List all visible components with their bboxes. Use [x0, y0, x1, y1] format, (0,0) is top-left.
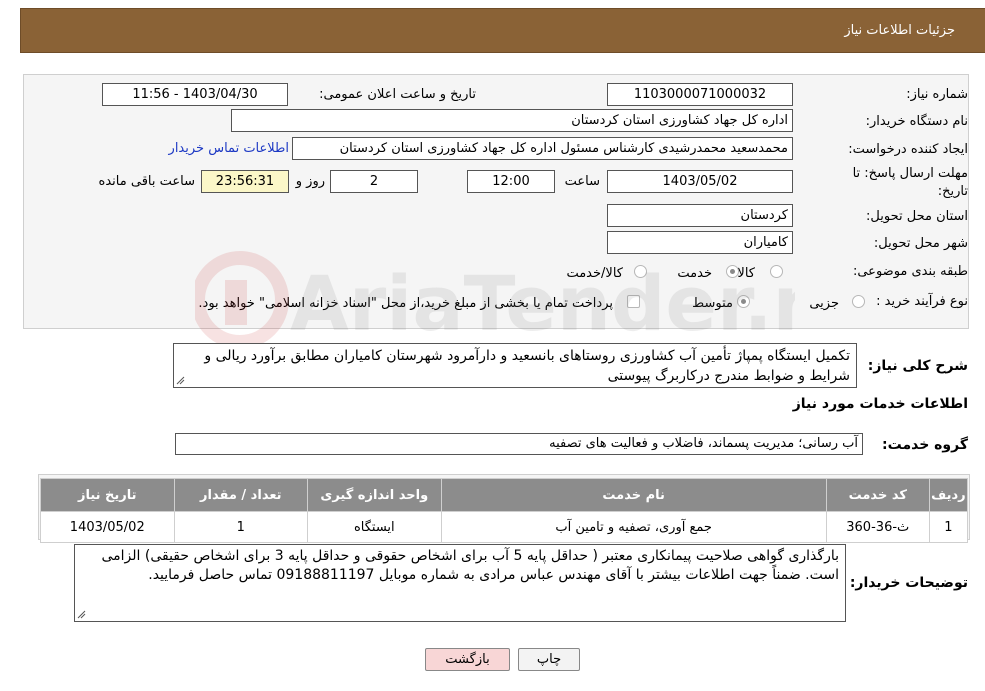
col-unit: واحد اندازه گیری	[307, 478, 442, 512]
buyer-org-field: اداره کل جهاد کشاورزی استان کردستان	[231, 109, 793, 132]
category-label: طبقه بندی موضوعی:	[852, 264, 968, 279]
process-minor-label: جزیی	[809, 296, 839, 311]
services-table: ردیف کد خدمت نام خدمت واحد اندازه گیری ت…	[40, 478, 969, 543]
category-goods-radio[interactable]	[770, 265, 783, 278]
col-row: ردیف	[928, 478, 969, 512]
print-button[interactable]: چاپ	[518, 648, 580, 671]
services-section-title: اطلاعات خدمات مورد نیاز	[792, 396, 968, 412]
resize-grip-icon[interactable]	[77, 610, 86, 619]
city-field: کامیاران	[607, 231, 793, 254]
col-code: کد خدمت	[825, 478, 930, 512]
need-number-field: 1103000071000032	[607, 83, 793, 106]
back-button[interactable]: بازگشت	[425, 648, 510, 671]
description-label: شرح کلی نیاز:	[867, 358, 968, 374]
category-goods-service-label: کالا/خدمت	[566, 266, 623, 281]
cell-code: ث-36-360	[825, 511, 930, 543]
city-label: شهر محل تحویل:	[873, 236, 968, 251]
creator-field: محمدسعید محمدرشیدی کارشناس مسئول اداره ک…	[292, 137, 793, 160]
col-date: تاریخ نیاز	[40, 478, 175, 512]
deadline-time-label: ساعت	[564, 174, 600, 189]
buyer-contact-link[interactable]: اطلاعات تماس خریدار	[169, 141, 289, 156]
remaining-time-field: 23:56:31	[201, 170, 289, 193]
category-goods-label: کالا	[737, 266, 755, 281]
resize-grip-icon[interactable]	[176, 376, 185, 385]
province-label: استان محل تحویل:	[866, 209, 968, 224]
description-textarea: تکمیل ایستگاه پمپاژ تأمین آب کشاورزی روس…	[173, 343, 857, 388]
announce-date-label: تاریخ و ساعت اعلان عمومی:	[319, 87, 476, 102]
deadline-time-field: 12:00	[467, 170, 555, 193]
service-group-field: آب رسانی؛ مدیریت پسماند، فاضلاب و فعالیت…	[175, 433, 863, 455]
category-goods-service-radio[interactable]	[634, 265, 647, 278]
creator-label: ایجاد کننده درخواست:	[848, 142, 968, 157]
days-field: 2	[330, 170, 418, 193]
deadline-label-date: تاریخ:	[937, 184, 968, 199]
description-text: تکمیل ایستگاه پمپاژ تأمین آب کشاورزی روس…	[204, 348, 850, 384]
cell-date: 1403/05/02	[40, 511, 175, 543]
province-field: کردستان	[607, 204, 793, 227]
category-service-label: خدمت	[677, 266, 712, 281]
col-qty: تعداد / مقدار	[173, 478, 309, 512]
table-row: 1 ث-36-360 جمع آوری، تصفیه و تامین آب ای…	[40, 511, 969, 543]
treasury-checkbox[interactable]	[627, 295, 640, 308]
buyer-org-label: نام دستگاه خریدار:	[865, 114, 968, 129]
page-header: جزئیات اطلاعات نیاز	[20, 8, 985, 53]
col-name: نام خدمت	[440, 478, 827, 512]
announce-date-field: 1403/04/30 - 11:56	[102, 83, 288, 106]
process-medium-radio[interactable]	[737, 295, 750, 308]
buyer-notes-text: بارگذاری گواهی صلاحیت پیمانکاری معتبر ( …	[101, 548, 839, 583]
remaining-label: ساعت باقی مانده	[98, 174, 195, 189]
payment-note: پرداخت تمام یا بخشی از مبلغ خرید،از محل …	[198, 296, 613, 311]
need-number-label: شماره نیاز:	[906, 87, 968, 102]
process-label: نوع فرآیند خرید :	[876, 294, 968, 309]
cell-name: جمع آوری، تصفیه و تامین آب	[440, 511, 827, 543]
deadline-date-field: 1403/05/02	[607, 170, 793, 193]
process-minor-radio[interactable]	[852, 295, 865, 308]
service-group-label: گروه خدمت:	[882, 437, 968, 453]
table-header-row: ردیف کد خدمت نام خدمت واحد اندازه گیری ت…	[40, 478, 969, 512]
days-label: روز و	[295, 174, 325, 189]
cell-unit: ایستگاه	[307, 511, 442, 543]
process-medium-label: متوسط	[692, 296, 733, 311]
page-title: جزئیات اطلاعات نیاز	[844, 23, 955, 38]
buyer-notes-textarea: بارگذاری گواهی صلاحیت پیمانکاری معتبر ( …	[74, 544, 846, 622]
category-service-radio[interactable]	[726, 265, 739, 278]
cell-qty: 1	[173, 511, 309, 543]
buyer-notes-label: توضیحات خریدار:	[849, 575, 968, 591]
deadline-label: مهلت ارسال پاسخ: تا	[852, 166, 968, 181]
cell-row: 1	[928, 511, 969, 543]
